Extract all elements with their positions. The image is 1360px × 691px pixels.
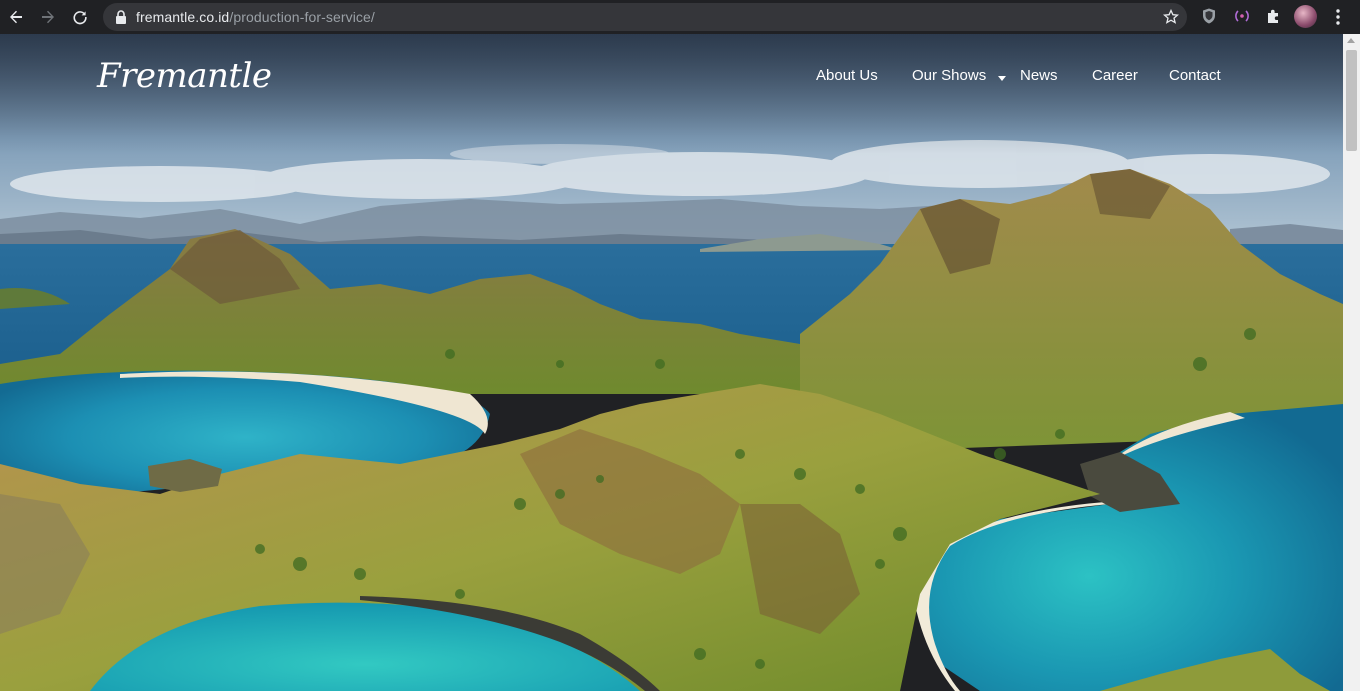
reload-button[interactable] <box>67 4 93 30</box>
page-viewport: Fremantle About Us Our Shows News Career… <box>0 34 1343 691</box>
shield-extension-icon <box>1203 8 1215 24</box>
nav-contact[interactable]: Contact <box>1169 67 1221 84</box>
nav-our-shows[interactable]: Our Shows <box>912 67 986 84</box>
nav-career[interactable]: Career <box>1092 67 1138 84</box>
shield-extension-button[interactable] <box>1199 6 1219 26</box>
scrollbar-thumb[interactable] <box>1346 50 1357 151</box>
nav-news[interactable]: News <box>1020 67 1058 84</box>
profile-avatar[interactable] <box>1294 5 1317 28</box>
puzzle-extension-icon <box>1268 9 1278 23</box>
forward-arrow-icon <box>42 10 54 24</box>
url-text: fremantle.co.id/production-for-service/ <box>136 9 375 25</box>
kebab-menu-icon[interactable] <box>1330 6 1346 28</box>
our-shows-dropdown-caret-icon[interactable] <box>998 76 1006 81</box>
forward-button[interactable] <box>35 4 61 30</box>
reload-icon <box>73 11 87 25</box>
back-arrow-icon <box>10 10 22 24</box>
url-host: fremantle.co.id <box>136 9 230 25</box>
extensions-button[interactable] <box>1264 6 1284 26</box>
radio-extension-icon <box>1235 10 1249 22</box>
back-button[interactable] <box>3 4 29 30</box>
radio-extension-button[interactable] <box>1232 6 1252 26</box>
main-navigation: About Us Our Shows News Career Contact <box>0 67 1343 91</box>
scroll-up-arrow-icon[interactable] <box>1347 38 1355 43</box>
browser-toolbar: fremantle.co.id/production-for-service/ <box>0 0 1360 34</box>
hero-landscape-image <box>0 34 1343 691</box>
star-icon[interactable] <box>1163 9 1179 25</box>
nav-about-us[interactable]: About Us <box>816 67 878 84</box>
lock-icon <box>116 10 126 24</box>
page-scrollbar[interactable] <box>1343 34 1360 691</box>
address-bar[interactable]: fremantle.co.id/production-for-service/ <box>103 3 1187 31</box>
url-path: /production-for-service/ <box>229 9 375 25</box>
